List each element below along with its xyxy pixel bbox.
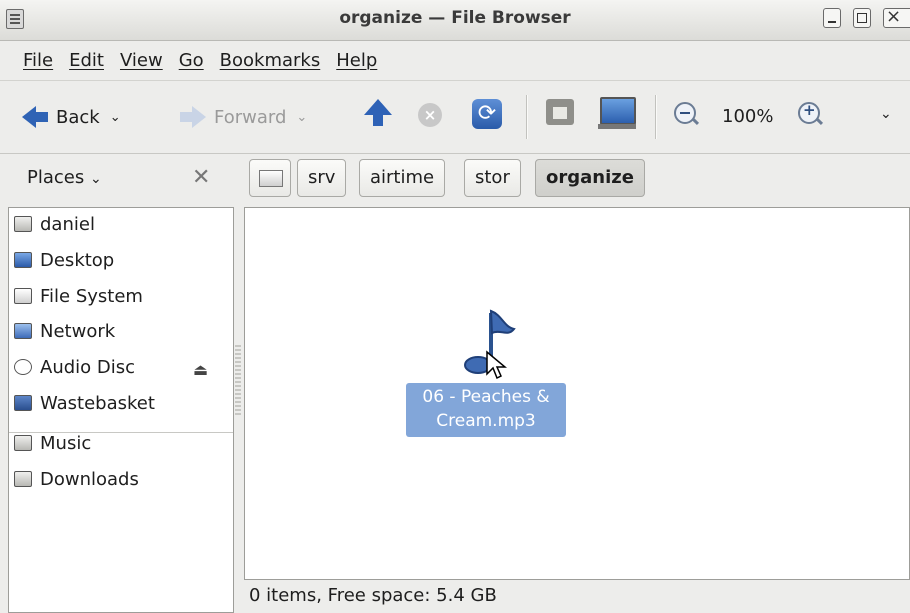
toolbar: Back ⌄ Forward ⌄ × ⟳ 100% ⌄ xyxy=(0,80,910,154)
back-button[interactable]: Back ⌄ xyxy=(22,106,121,128)
folder-icon xyxy=(14,471,32,487)
toolbar-overflow-chevron-icon[interactable]: ⌄ xyxy=(880,106,892,122)
sidebar-item-label: Network xyxy=(40,320,116,342)
network-icon xyxy=(14,323,32,339)
sidebar-item-label: Desktop xyxy=(40,249,115,271)
sidebar-item-label: Music xyxy=(40,432,92,454)
menu-bar: File Edit View Go Bookmarks Help xyxy=(0,41,910,79)
pane-splitter-handle[interactable] xyxy=(235,345,241,417)
eject-icon[interactable]: ⏏ xyxy=(193,360,208,379)
disc-icon xyxy=(14,359,32,375)
zoom-out-icon[interactable] xyxy=(674,102,696,124)
maximize-button[interactable] xyxy=(853,8,871,28)
forward-label: Forward xyxy=(214,106,287,128)
title-bar[interactable]: organize — File Browser xyxy=(0,0,910,41)
pathbar-srv[interactable]: srv xyxy=(297,159,347,197)
sidebar-item-music[interactable]: Music xyxy=(14,428,91,458)
sidebar-item-audio-disc[interactable]: Audio Disc xyxy=(14,352,135,382)
zoom-level[interactable]: 100% xyxy=(722,106,773,127)
forward-arrow-tail xyxy=(180,112,192,122)
file-name-line-2: Cream.mp3 xyxy=(436,411,536,431)
sidebar-item-label: Downloads xyxy=(40,468,139,490)
home-folder-icon xyxy=(14,216,32,232)
status-bar: 0 items, Free space: 5.4 GB xyxy=(249,585,497,606)
close-sidebar-icon[interactable]: ✕ xyxy=(192,165,210,190)
filesystem-icon xyxy=(14,288,32,304)
sidebar-item-desktop[interactable]: Desktop xyxy=(14,245,114,275)
sidebar-header: Places ⌄ ✕ xyxy=(0,153,244,205)
sidebar-item-label: Audio Disc xyxy=(40,356,136,378)
sidebar-item-daniel[interactable]: daniel xyxy=(14,209,95,239)
back-history-chevron-icon[interactable]: ⌄ xyxy=(110,110,121,125)
minimize-button[interactable] xyxy=(823,8,841,28)
places-dropdown[interactable]: Places ⌄ xyxy=(27,167,102,188)
toolbar-separator xyxy=(655,95,656,139)
sidebar-item-label: Wastebasket xyxy=(40,392,155,414)
zoom-in-icon[interactable] xyxy=(798,101,820,124)
window-title: organize — File Browser xyxy=(339,8,571,28)
desktop-icon xyxy=(14,252,32,268)
close-window-button[interactable] xyxy=(883,6,910,28)
sidebar-item-wastebasket[interactable]: Wastebasket xyxy=(14,388,155,418)
back-arrow-tail xyxy=(36,112,48,122)
home-icon[interactable] xyxy=(546,99,574,125)
stop-icon[interactable]: × xyxy=(418,103,442,127)
trash-icon xyxy=(14,395,32,411)
back-label: Back xyxy=(56,106,100,128)
mouse-pointer-icon xyxy=(486,350,507,380)
folder-icon xyxy=(14,435,32,451)
back-arrow-icon xyxy=(22,106,36,128)
sidebar-item-file-system[interactable]: File System xyxy=(14,281,143,311)
file-view[interactable]: 06 - Peaches & Cream.mp3 xyxy=(244,207,910,580)
menu-bookmarks[interactable]: Bookmarks xyxy=(197,50,329,71)
pathbar-organize[interactable]: organize xyxy=(535,159,645,197)
forward-arrow-icon xyxy=(192,106,206,128)
file-name-line-1: 06 - Peaches & xyxy=(422,387,550,407)
sidebar-item-label: daniel xyxy=(40,213,95,235)
pathbar-airtime[interactable]: airtime xyxy=(359,159,446,197)
places-chevron-icon: ⌄ xyxy=(89,171,102,187)
toolbar-separator xyxy=(526,95,527,139)
forward-history-chevron-icon[interactable]: ⌄ xyxy=(296,110,307,125)
places-sidebar: daniel Desktop File System Network Audio… xyxy=(8,207,234,613)
sidebar-item-network[interactable]: Network xyxy=(14,316,115,346)
sidebar-item-label: File System xyxy=(40,285,143,307)
forward-button[interactable]: Forward ⌄ xyxy=(180,106,307,128)
sidebar-item-downloads[interactable]: Downloads xyxy=(14,464,139,494)
computer-icon[interactable] xyxy=(598,97,636,129)
reload-icon[interactable]: ⟳ xyxy=(472,99,502,129)
file-item-label[interactable]: 06 - Peaches & Cream.mp3 xyxy=(406,383,566,437)
pathbar-root-icon[interactable] xyxy=(249,159,291,197)
pathbar-stor[interactable]: stor xyxy=(464,159,521,197)
up-arrow-icon[interactable] xyxy=(364,99,392,126)
menu-help[interactable]: Help xyxy=(313,50,385,71)
places-label: Places xyxy=(27,167,85,188)
